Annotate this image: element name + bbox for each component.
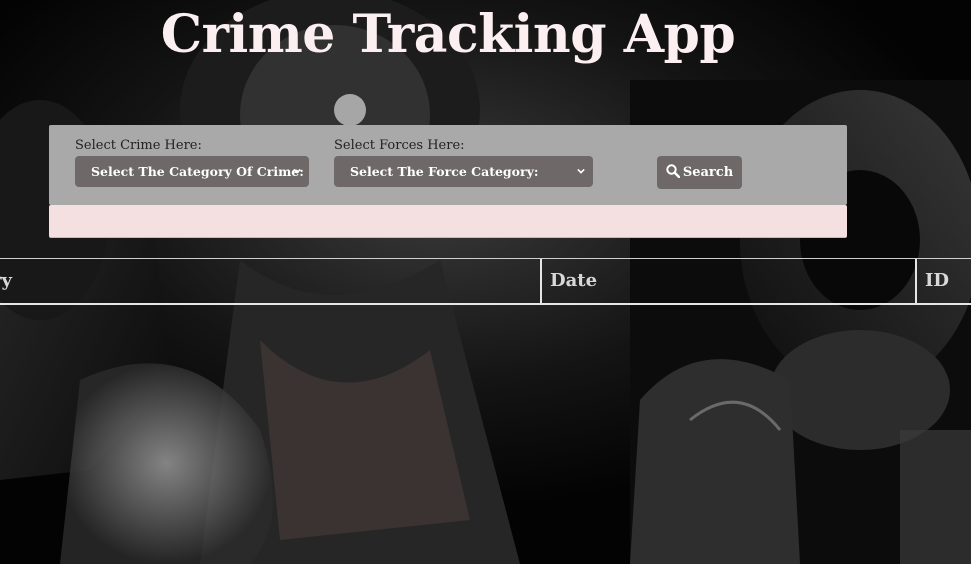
- chevron-down-icon: [293, 168, 301, 174]
- filter-panel: Select Crime Here: Select The Category O…: [49, 125, 847, 205]
- search-icon: [666, 164, 681, 179]
- force-select-label: Select Forces Here:: [334, 138, 465, 153]
- page-title: Crime Tracking App: [160, 4, 736, 65]
- search-button-label: Search: [682, 165, 734, 180]
- results-table-header: ry Date ID: [0, 258, 971, 305]
- app-page: Crime Tracking App Select Crime Here: Se…: [0, 0, 971, 564]
- message-bar: [49, 205, 847, 237]
- column-divider: [540, 259, 542, 303]
- crime-category-select-value: Select The Category Of Crime:: [91, 164, 304, 179]
- crime-select-label: Select Crime Here:: [75, 138, 202, 153]
- crime-category-select[interactable]: Select The Category Of Crime:: [75, 156, 309, 187]
- search-button[interactable]: Search: [657, 156, 742, 189]
- column-header-id: ID: [925, 270, 950, 291]
- force-category-select[interactable]: Select The Force Category:: [334, 156, 593, 187]
- column-header-category: ry: [0, 270, 12, 291]
- column-divider: [915, 259, 917, 303]
- column-header-date: Date: [550, 270, 598, 291]
- force-category-select-value: Select The Force Category:: [350, 164, 539, 179]
- chevron-down-icon: [577, 168, 585, 174]
